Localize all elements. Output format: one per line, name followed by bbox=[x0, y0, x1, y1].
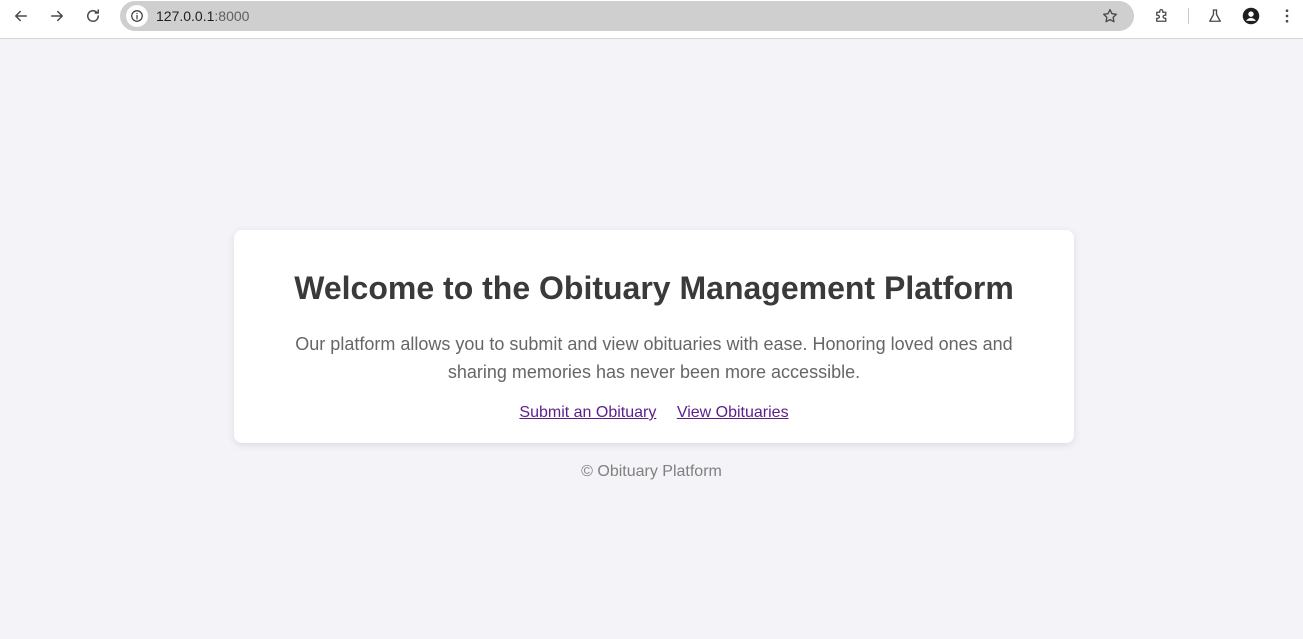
menu-button[interactable] bbox=[1275, 4, 1299, 28]
bookmark-button[interactable] bbox=[1100, 6, 1120, 26]
labs-button[interactable] bbox=[1203, 4, 1227, 28]
arrow-right-icon bbox=[51, 10, 63, 22]
page-description: Our platform allows you to submit and vi… bbox=[295, 334, 1013, 382]
kebab-menu-icon bbox=[1285, 9, 1289, 23]
forward-button[interactable] bbox=[42, 4, 72, 28]
back-button[interactable] bbox=[6, 4, 36, 28]
page-footer: © Obituary Platform bbox=[581, 463, 722, 480]
puzzle-icon bbox=[1156, 9, 1167, 22]
url-host: 127.0.0.1 bbox=[156, 8, 215, 24]
flask-icon bbox=[1209, 9, 1221, 22]
page-title: Welcome to the Obituary Management Platf… bbox=[294, 270, 1014, 306]
welcome-card: Welcome to the Obituary Management Platf… bbox=[234, 230, 1074, 443]
extensions-button[interactable] bbox=[1150, 4, 1174, 28]
info-icon bbox=[131, 10, 143, 22]
arrow-left-icon bbox=[15, 10, 27, 22]
toolbar-separator bbox=[1188, 8, 1189, 24]
view-obituaries-link[interactable]: View Obituaries bbox=[677, 404, 789, 421]
url-text[interactable]: 127.0.0.1:8000 bbox=[156, 8, 249, 24]
url-port: :8000 bbox=[214, 8, 250, 24]
reload-icon bbox=[87, 9, 99, 22]
address-bar[interactable]: 127.0.0.1:8000 bbox=[120, 1, 1134, 31]
profile-avatar-icon bbox=[1242, 7, 1260, 25]
profile-button[interactable] bbox=[1239, 4, 1263, 28]
submit-obituary-link[interactable]: Submit an Obituary bbox=[519, 404, 656, 421]
site-info-button[interactable] bbox=[126, 5, 148, 27]
browser-toolbar: 127.0.0.1:8000 bbox=[0, 0, 1303, 39]
action-links: Submit an Obituary View Obituaries bbox=[234, 404, 1074, 422]
star-icon bbox=[1102, 8, 1118, 23]
reload-button[interactable] bbox=[78, 4, 108, 28]
